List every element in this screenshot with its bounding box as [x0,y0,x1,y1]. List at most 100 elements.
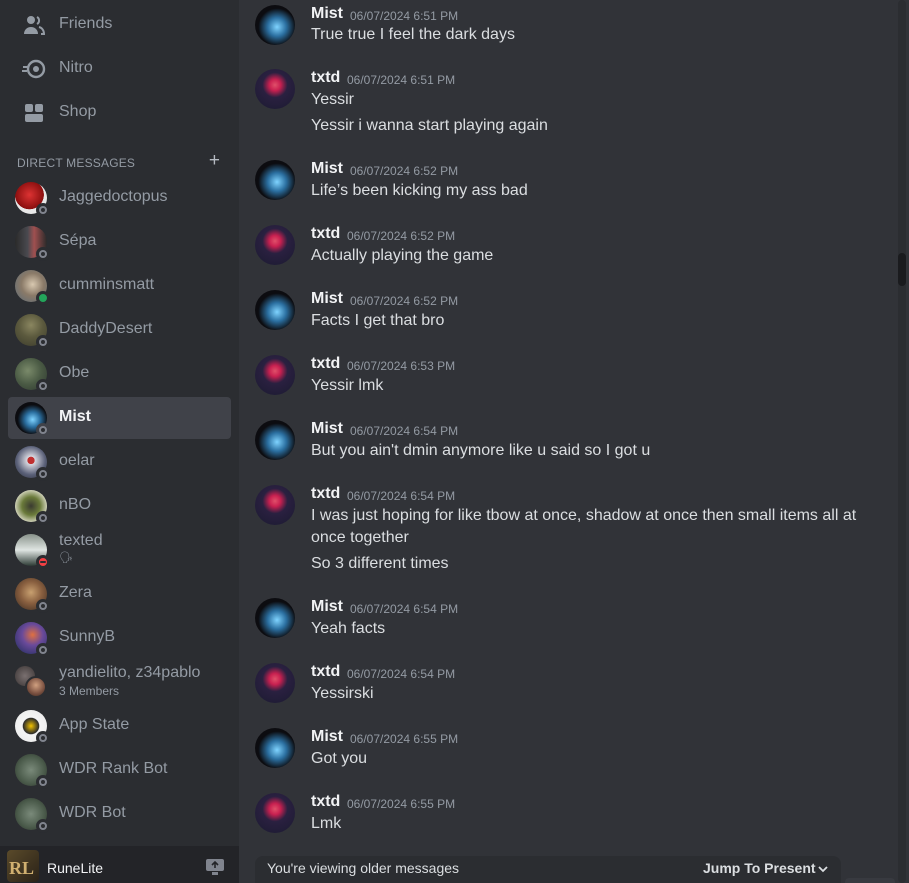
status-online-icon [36,291,50,305]
status-dnd-icon [36,555,50,569]
sidebar: Friends Nitro Shop DIRECT MESSAGES + Jag… [0,0,239,883]
message-author[interactable]: txtd [311,355,340,373]
message-author[interactable]: txtd [311,793,340,811]
message-timestamp: 06/07/2024 6:52 PM [347,229,456,243]
nav-nitro[interactable]: Nitro [8,49,231,89]
dm-name: App State [59,716,130,733]
message-timestamp: 06/07/2024 6:54 PM [347,667,456,681]
status-offline-icon [36,203,50,217]
message-text: But you ain't dmin anymore like u said s… [311,442,651,459]
avatar[interactable] [255,663,295,703]
jump-to-present-label: Jump To Present [703,860,816,876]
avatar[interactable] [255,290,295,330]
message-text: I was just hoping for like tbow at once,… [311,507,857,546]
direct-messages-title: DIRECT MESSAGES [17,156,136,170]
dm-item-sepa[interactable]: Sépa [8,221,231,263]
dm-name: cumminsmatt [59,276,155,293]
message-text: So 3 different times [311,555,449,572]
nav-shop-label: Shop [59,103,97,120]
custom-status-emoji-icon: 🗣 [59,552,73,564]
svg-text:RL: RL [9,858,34,878]
screen-share-icon[interactable] [205,858,225,876]
dm-name: WDR Rank Bot [59,760,168,777]
message-author[interactable]: Mist [311,728,343,746]
nav-shop[interactable]: Shop [8,93,231,133]
dm-item-jaggedoctopus[interactable]: Jaggedoctopus [8,177,231,219]
dm-item-wdr-rank-bot[interactable]: WDR Rank Bot [8,749,231,791]
dm-name: yandielito, z34pablo [59,664,201,681]
dm-item-oelar[interactable]: oelar [8,441,231,483]
message-timestamp: 06/07/2024 6:52 PM [350,164,459,178]
user-panel: RL RuneLite [0,846,239,883]
dm-item-cumminsmatt[interactable]: cumminsmatt [8,265,231,307]
status-offline-icon [36,379,50,393]
chat-scrollbar-thumb[interactable] [898,253,906,286]
message-author[interactable]: txtd [311,225,340,243]
status-offline-icon [36,335,50,349]
message-author[interactable]: Mist [311,5,343,23]
avatar[interactable] [255,793,295,833]
nav-friends[interactable]: Friends [8,5,231,45]
avatar[interactable] [255,355,295,395]
nav-nitro-label: Nitro [59,59,93,76]
status-offline-icon [36,643,50,657]
runelite-logo[interactable]: RL [7,850,39,882]
dm-item-wdr-bot[interactable]: WDR Bot [8,793,231,835]
message-text: Yessir lmk [311,377,384,394]
avatar[interactable] [255,728,295,768]
avatar[interactable] [255,485,295,525]
dm-item-texted[interactable]: texted 🗣 [8,529,231,571]
message-author[interactable]: Mist [311,290,343,308]
message-text: Yessir i wanna start playing again [311,117,548,134]
status-offline-icon [36,819,50,833]
dm-item-sunnyb[interactable]: SunnyB [8,617,231,659]
message-author[interactable]: Mist [311,160,343,178]
group-member-count: 3 Members [59,684,120,698]
dm-item-zera[interactable]: Zera [8,573,231,615]
dm-item-daddydesert[interactable]: DaddyDesert [8,309,231,351]
dm-name: Jaggedoctopus [59,188,168,205]
dm-item-mist[interactable]: Mist [8,397,231,439]
shop-icon [25,104,43,122]
dm-item-group-yandielito[interactable]: yandielito, z34pablo 3 Members [8,661,231,703]
avatar[interactable] [255,225,295,265]
dm-name: SunnyB [59,628,116,645]
avatar[interactable] [255,69,295,109]
create-dm-icon[interactable]: + [209,151,220,170]
dm-item-app-state[interactable]: App State [8,705,231,747]
older-messages-text: You're viewing older messages [267,860,460,876]
status-offline-icon [36,423,50,437]
message-text: Yessir [311,91,354,108]
message-timestamp: 06/07/2024 6:53 PM [347,359,456,373]
dm-name: nBO [59,496,92,513]
avatar[interactable] [255,598,295,638]
group-avatar [15,666,47,698]
message-author[interactable]: txtd [311,69,340,87]
message-timestamp: 06/07/2024 6:55 PM [350,732,459,746]
message-timestamp: 06/07/2024 6:54 PM [350,602,459,616]
dm-name: DaddyDesert [59,320,153,337]
dm-item-nbo[interactable]: nBO [8,485,231,527]
friends-icon [24,16,46,35]
message-timestamp: 06/07/2024 6:54 PM [347,489,456,503]
direct-messages-header: DIRECT MESSAGES + [17,151,223,171]
message-author[interactable]: Mist [311,598,343,616]
composer-edge [845,878,895,883]
message-text: Facts I get that bro [311,312,445,329]
chevron-down-icon [818,866,828,873]
dm-item-obe[interactable]: Obe [8,353,231,395]
message-text: Yeah facts [311,620,386,637]
avatar[interactable] [255,5,295,45]
avatar[interactable] [255,160,295,200]
message-author[interactable]: Mist [311,420,343,438]
dm-name: WDR Bot [59,804,126,821]
dm-name: oelar [59,452,95,469]
message-timestamp: 06/07/2024 6:55 PM [347,797,456,811]
status-offline-icon [36,247,50,261]
message-author[interactable]: txtd [311,485,340,503]
chat-scrollbar-track[interactable] [898,0,906,883]
status-offline-icon [36,467,50,481]
status-offline-icon [36,599,50,613]
message-author[interactable]: txtd [311,663,340,681]
avatar[interactable] [255,420,295,460]
